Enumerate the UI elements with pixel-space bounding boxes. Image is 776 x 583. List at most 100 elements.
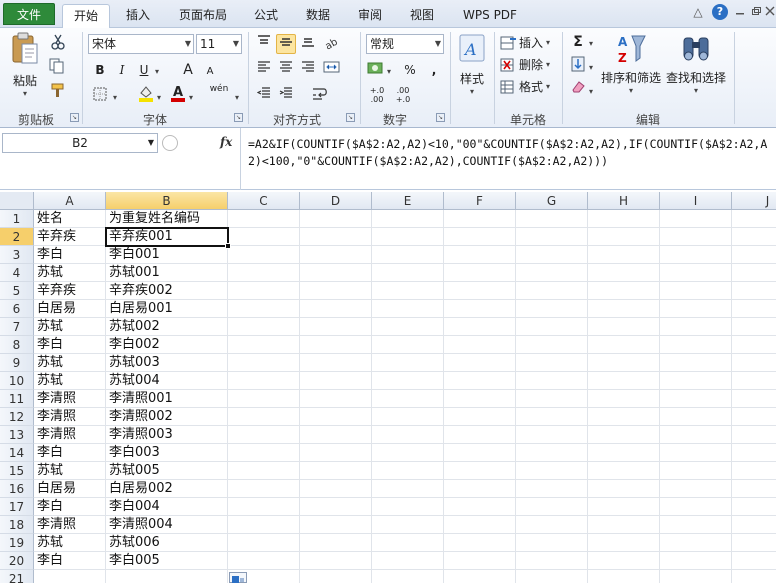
cell-e21[interactable] [372,570,444,583]
cell-a12[interactable]: 李清照 [34,408,106,426]
cell-i4[interactable] [660,264,732,282]
tab-formulas[interactable]: 公式 [246,4,286,28]
cell-d17[interactable] [300,498,372,516]
row-header[interactable]: 4 [0,264,34,282]
align-right-icon[interactable] [298,60,318,80]
comma-button[interactable]: , [424,60,444,80]
row-header[interactable]: 16 [0,480,34,498]
cell-d3[interactable] [300,246,372,264]
decrease-indent-icon[interactable] [254,86,274,106]
cell-c5[interactable] [228,282,300,300]
autofill-options-icon[interactable] [229,572,247,583]
row-header[interactable]: 5 [0,282,34,300]
cell-i5[interactable] [660,282,732,300]
cell-f21[interactable] [444,570,516,583]
cell-b21[interactable] [106,570,228,583]
cell-e15[interactable] [372,462,444,480]
shrink-font-button[interactable]: A [200,62,220,82]
cell-i8[interactable] [660,336,732,354]
cell-g5[interactable] [516,282,588,300]
cell-h3[interactable] [588,246,660,264]
cell-g12[interactable] [516,408,588,426]
tab-wps-pdf[interactable]: WPS PDF [454,4,526,28]
number-format-dropdown[interactable]: 常规 ▼ [366,34,444,54]
cell-d13[interactable] [300,426,372,444]
cell-c1[interactable] [228,210,300,228]
cell-h17[interactable] [588,498,660,516]
cell-h1[interactable] [588,210,660,228]
phonetic-guide-button[interactable]: wén [206,84,232,104]
row-header[interactable]: 11 [0,390,34,408]
cell-e12[interactable] [372,408,444,426]
increase-indent-icon[interactable] [276,86,296,106]
cell-h20[interactable] [588,552,660,570]
cell-c3[interactable] [228,246,300,264]
cell-h16[interactable] [588,480,660,498]
cell-i6[interactable] [660,300,732,318]
cell-a9[interactable]: 苏轼 [34,354,106,372]
cell-c4[interactable] [228,264,300,282]
cell-a19[interactable]: 苏轼 [34,534,106,552]
cell-h21[interactable] [588,570,660,583]
cell-d2[interactable] [300,228,372,246]
cell-a3[interactable]: 李白 [34,246,106,264]
cell-h10[interactable] [588,372,660,390]
autosum-button[interactable]: Σ [568,32,588,52]
cell-j4[interactable] [732,264,776,282]
cell-d15[interactable] [300,462,372,480]
cell-i2[interactable] [660,228,732,246]
cell-g16[interactable] [516,480,588,498]
cell-i21[interactable] [660,570,732,583]
cell-a16[interactable]: 白居易 [34,480,106,498]
cell-d4[interactable] [300,264,372,282]
phonetic-dropdown-icon[interactable]: ▾ [232,86,242,106]
font-launcher-icon[interactable]: ↘ [234,113,243,122]
cell-j12[interactable] [732,408,776,426]
cell-j7[interactable] [732,318,776,336]
name-box[interactable]: B2 ▼ [2,133,158,153]
cell-f4[interactable] [444,264,516,282]
row-header[interactable]: 1 [0,210,34,228]
row-header[interactable]: 6 [0,300,34,318]
cell-c20[interactable] [228,552,300,570]
row-header[interactable]: 8 [0,336,34,354]
cell-h12[interactable] [588,408,660,426]
percent-button[interactable]: % [400,60,420,80]
cell-d14[interactable] [300,444,372,462]
circle-handle-icon[interactable] [162,135,178,151]
select-all-corner[interactable] [0,192,34,210]
cell-h8[interactable] [588,336,660,354]
cell-a11[interactable]: 李清照 [34,390,106,408]
cell-d19[interactable] [300,534,372,552]
cell-b14[interactable]: 李白003 [106,444,228,462]
cell-e9[interactable] [372,354,444,372]
cell-i3[interactable] [660,246,732,264]
cell-i14[interactable] [660,444,732,462]
row-header[interactable]: 10 [0,372,34,390]
column-header-g[interactable]: G [516,192,588,210]
cell-a20[interactable]: 李白 [34,552,106,570]
tab-home[interactable]: 开始 [62,4,110,29]
tab-file[interactable]: 文件 [3,3,55,25]
column-header-f[interactable]: F [444,192,516,210]
cell-g18[interactable] [516,516,588,534]
cell-h7[interactable] [588,318,660,336]
column-header-j[interactable]: J [732,192,776,210]
cell-b11[interactable]: 李清照001 [106,390,228,408]
cell-b13[interactable]: 李清照003 [106,426,228,444]
cell-i19[interactable] [660,534,732,552]
format-painter-icon[interactable] [48,82,68,102]
cell-f1[interactable] [444,210,516,228]
cell-f9[interactable] [444,354,516,372]
cell-j13[interactable] [732,426,776,444]
cell-j9[interactable] [732,354,776,372]
font-color-icon[interactable]: A [168,84,188,104]
column-header-e[interactable]: E [372,192,444,210]
formula-input[interactable]: =A2&IF(COUNTIF($A$2:A2,A2)<10,"00"&COUNT… [248,136,768,170]
cell-j11[interactable] [732,390,776,408]
border-dropdown-icon[interactable]: ▾ [110,86,120,106]
cell-g13[interactable] [516,426,588,444]
row-header[interactable]: 21 [0,570,34,583]
cell-e13[interactable] [372,426,444,444]
cell-a2[interactable]: 辛弃疾 [34,228,106,246]
